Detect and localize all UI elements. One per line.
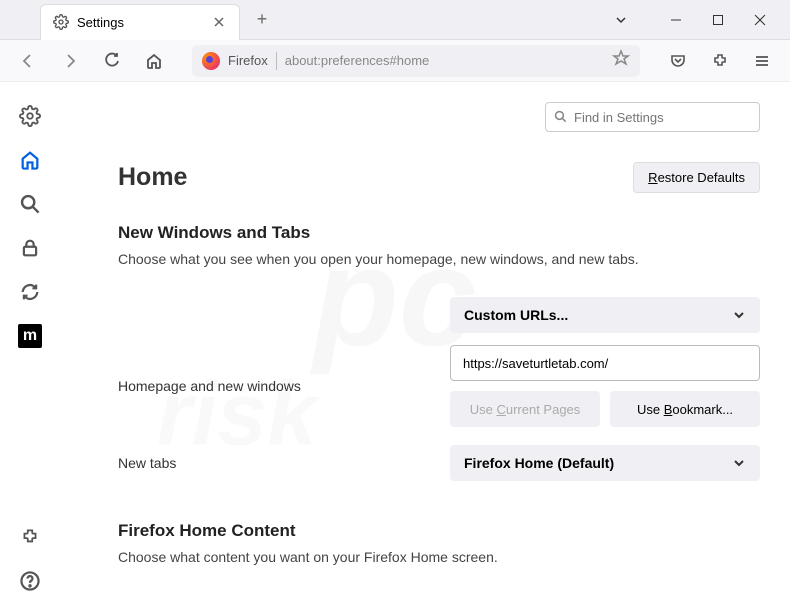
reload-button[interactable] <box>98 47 126 75</box>
sidebar-sync-icon[interactable] <box>18 280 42 304</box>
use-current-pages-button[interactable]: Use Current Pages <box>450 391 600 427</box>
find-input-field[interactable] <box>574 110 751 125</box>
pocket-icon[interactable] <box>664 47 692 75</box>
firefox-logo-icon <box>202 52 220 70</box>
page-title: Home <box>118 163 187 192</box>
browser-tab[interactable]: Settings <box>40 4 240 40</box>
section-home-content-desc: Choose what content you want on your Fir… <box>118 549 760 565</box>
gear-icon <box>53 14 69 30</box>
menu-icon[interactable] <box>748 47 776 75</box>
sidebar-general-icon[interactable] <box>18 104 42 128</box>
settings-sidebar: m <box>0 82 60 593</box>
tab-title: Settings <box>77 15 203 30</box>
forward-button[interactable] <box>56 47 84 75</box>
bookmark-star-icon[interactable] <box>612 49 630 72</box>
sidebar-extensions-icon[interactable] <box>18 525 42 549</box>
maximize-button[interactable] <box>698 5 738 35</box>
sidebar-home-icon[interactable] <box>18 148 42 172</box>
home-nav-button[interactable] <box>140 47 168 75</box>
back-button[interactable] <box>14 47 42 75</box>
use-bookmark-button[interactable]: Use Bookmark... <box>610 391 760 427</box>
newtabs-row-label: New tabs <box>118 455 450 471</box>
address-bar[interactable]: Firefox about:preferences#home <box>192 45 640 77</box>
extensions-icon[interactable] <box>706 47 734 75</box>
homepage-row-label: Homepage and new windows <box>118 378 450 394</box>
newtabs-select[interactable]: Firefox Home (Default) <box>450 445 760 481</box>
address-label: Firefox <box>228 53 268 68</box>
sidebar-help-icon[interactable] <box>18 569 42 593</box>
minimize-button[interactable] <box>656 5 696 35</box>
homepage-select[interactable]: Custom URLs... <box>450 297 760 333</box>
search-icon <box>554 110 568 124</box>
close-window-button[interactable] <box>740 5 780 35</box>
sidebar-extension-m-icon[interactable]: m <box>18 324 42 348</box>
restore-defaults-button[interactable]: Restore Defaults <box>633 162 760 193</box>
chevron-down-icon <box>732 308 746 322</box>
find-in-settings-input[interactable] <box>545 102 760 132</box>
toolbar: Firefox about:preferences#home <box>0 40 790 82</box>
section-new-windows-title: New Windows and Tabs <box>118 223 760 243</box>
sidebar-search-icon[interactable] <box>18 192 42 216</box>
chevron-down-icon <box>732 456 746 470</box>
new-tab-button[interactable]: + <box>248 6 276 34</box>
titlebar: Settings + <box>0 0 790 40</box>
sidebar-privacy-lock-icon[interactable] <box>18 236 42 260</box>
tabs-dropdown-icon[interactable] <box>606 5 636 35</box>
section-new-windows-desc: Choose what you see when you open your h… <box>118 251 760 267</box>
address-url: about:preferences#home <box>285 53 604 68</box>
homepage-url-input[interactable] <box>450 345 760 381</box>
main-content: Home Restore Defaults New Windows and Ta… <box>60 82 790 593</box>
section-home-content-title: Firefox Home Content <box>118 521 760 541</box>
close-icon[interactable] <box>211 14 227 30</box>
